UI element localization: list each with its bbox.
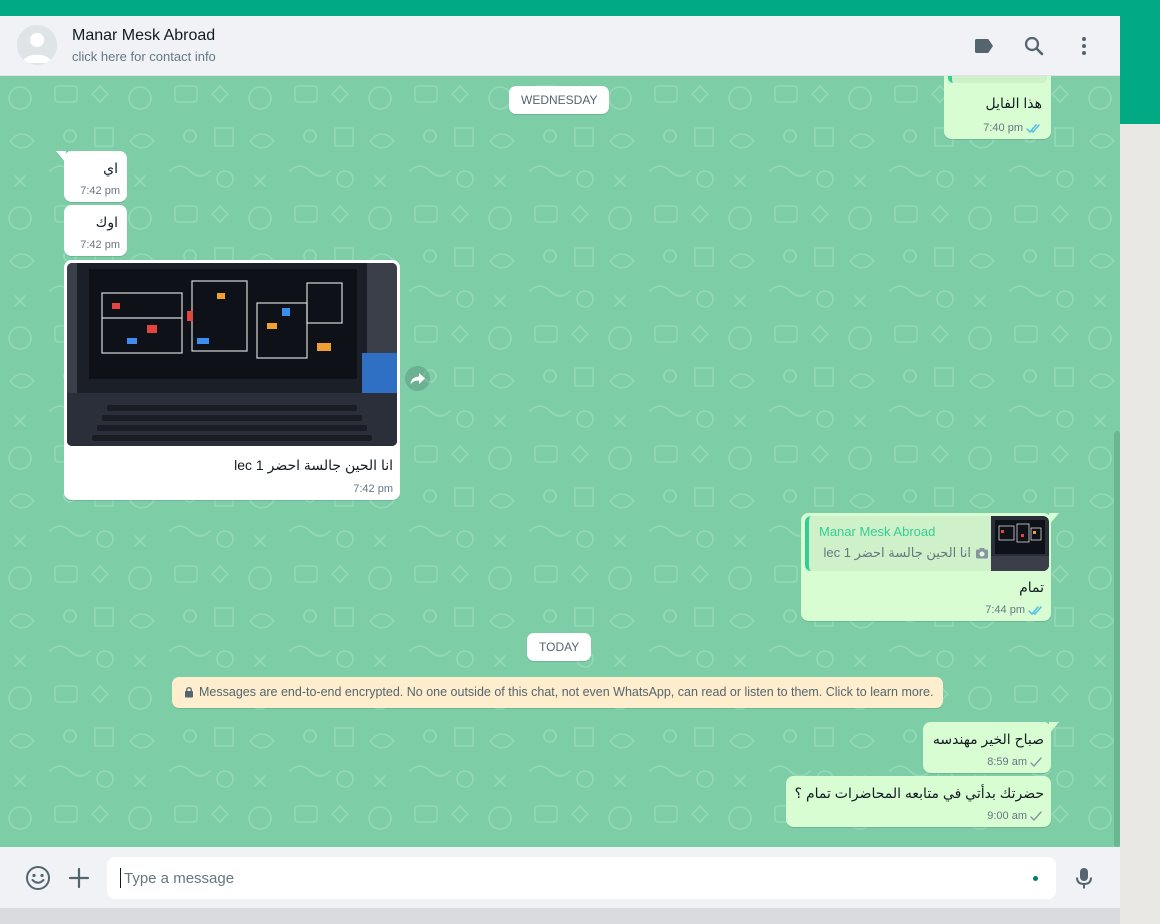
chat-window: Manar Mesk Abroad click here for contact…	[0, 16, 1120, 908]
bubble-tail	[1049, 513, 1059, 525]
message-input[interactable]	[107, 857, 1056, 899]
encryption-text: Messages are end-to-end encrypted. No on…	[199, 685, 934, 699]
message-text: صباح الخير مهندسه	[932, 731, 1044, 747]
message-meta: 9:00 am	[987, 810, 1042, 822]
bubble-tail	[56, 151, 66, 163]
scrollbar[interactable]	[1114, 431, 1120, 847]
photo-thumbnail[interactable]	[67, 263, 397, 446]
message-meta: 7:44 pm	[985, 604, 1044, 616]
contact-name[interactable]: Manar Mesk Abroad	[72, 27, 215, 45]
photo-caption: انا الحين جالسة احضر lec 1	[234, 457, 393, 473]
message-text: هذا الفايل	[985, 95, 1042, 111]
single-check-icon	[1030, 756, 1042, 768]
top-brand-strip	[0, 0, 1160, 16]
message-text: اي	[103, 160, 118, 176]
mic-icon[interactable]	[1071, 865, 1097, 891]
avatar[interactable]	[17, 25, 57, 65]
message-outgoing[interactable]: هذا الفايل 7:40 pm	[944, 76, 1051, 139]
double-check-read-icon	[1028, 605, 1044, 616]
quote-author: Manar Mesk Abroad	[819, 524, 936, 539]
label-icon[interactable]	[972, 34, 996, 58]
date-separator: WEDNESDAY	[509, 86, 610, 114]
message-text: اوك	[95, 214, 118, 230]
message-meta: 7:40 pm	[983, 122, 1042, 134]
message-time: 7:44 pm	[985, 604, 1025, 616]
menu-icon[interactable]	[1072, 34, 1096, 58]
forward-button[interactable]	[405, 366, 430, 391]
emoji-icon[interactable]	[25, 865, 51, 891]
message-time: 8:59 am	[987, 756, 1027, 768]
single-check-icon	[1030, 810, 1042, 822]
attach-icon[interactable]	[66, 865, 92, 891]
quote-thumbnail	[991, 516, 1049, 571]
camera-icon	[976, 548, 988, 559]
quote-text: انا الحين جالسة احضر lec 1	[823, 545, 971, 560]
message-time: 7:42 pm	[80, 185, 120, 197]
lock-icon	[185, 687, 193, 698]
contact-info-hint[interactable]: click here for contact info	[72, 49, 216, 64]
forward-arrow-icon	[410, 373, 425, 385]
message-meta: 8:59 am	[987, 756, 1042, 768]
laptop-photo-image	[67, 263, 397, 446]
double-check-read-icon	[1026, 123, 1042, 134]
message-text: تمام	[1019, 579, 1044, 595]
message-incoming[interactable]: اوك 7:42 pm	[64, 205, 127, 256]
message-pane[interactable]: هذا الفايل 7:40 pm WEDNESDAY اي 7:42 pm …	[0, 76, 1120, 847]
text-caret	[120, 868, 121, 888]
chat-header[interactable]: Manar Mesk Abroad click here for contact…	[0, 16, 1120, 76]
quoted-message[interactable]: Manar Mesk Abroad انا الحين جالسة احضر l…	[805, 516, 1049, 571]
message-outgoing[interactable]: حضرتك بدأتي في متابعه المحاضرات تمام ؟ 9…	[786, 776, 1051, 827]
message-time: 7:40 pm	[983, 122, 1023, 134]
message-outgoing[interactable]: صباح الخير مهندسه 8:59 am	[923, 722, 1051, 773]
window-edge-grey	[1120, 124, 1160, 924]
encryption-notice[interactable]: Messages are end-to-end encrypted. No on…	[172, 677, 943, 708]
message-incoming-photo[interactable]: انا الحين جالسة احضر lec 1 7:42 pm	[64, 260, 400, 500]
message-incoming[interactable]: اي 7:42 pm	[64, 151, 127, 202]
message-composer	[0, 847, 1120, 908]
attachment-preview	[948, 76, 1047, 83]
message-time: 7:42 pm	[80, 239, 120, 251]
message-time: 9:00 am	[987, 810, 1027, 822]
message-text: حضرتك بدأتي في متابعه المحاضرات تمام ؟	[794, 785, 1044, 801]
bubble-tail	[1049, 722, 1059, 734]
status-dot	[1033, 876, 1038, 881]
default-avatar-icon	[17, 25, 57, 65]
date-separator: TODAY	[527, 633, 592, 661]
search-icon[interactable]	[1022, 34, 1046, 58]
window-edge-green	[1120, 16, 1160, 124]
message-outgoing-reply[interactable]: Manar Mesk Abroad انا الحين جالسة احضر l…	[801, 513, 1051, 621]
message-time: 7:42 pm	[353, 483, 393, 495]
